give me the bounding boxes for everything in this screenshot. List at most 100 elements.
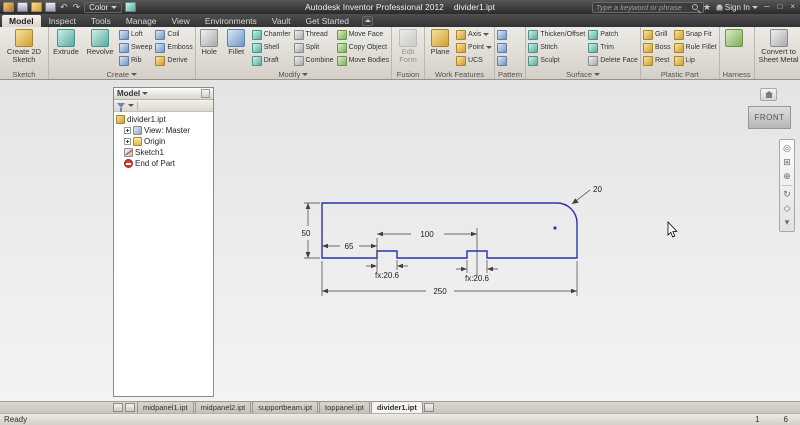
point-button[interactable]: Point — [455, 41, 493, 54]
split-pane-icon[interactable] — [125, 403, 135, 412]
save-icon[interactable] — [45, 2, 56, 12]
stitch-button[interactable]: Stitch — [527, 41, 586, 54]
app-menu-icon[interactable] — [3, 2, 14, 12]
sign-in-button[interactable]: Sign In — [715, 3, 758, 12]
viewcube-home-button[interactable] — [760, 88, 777, 101]
trim-button[interactable]: Trim — [587, 41, 639, 54]
redo-button[interactable]: ↷ — [72, 2, 82, 12]
look-at-icon[interactable]: ◇ — [784, 202, 791, 215]
emboss-button[interactable]: Emboss — [154, 41, 193, 54]
chevron-down-icon[interactable] — [128, 104, 134, 107]
harness-button[interactable] — [721, 28, 747, 48]
move-bodies-button[interactable]: Move Bodies — [336, 54, 390, 67]
pan-icon[interactable]: ⊞ — [783, 156, 791, 169]
arrange-windows-icon[interactable] — [423, 403, 434, 412]
convert-sheet-metal-button[interactable]: Convert to Sheet Metal — [756, 28, 800, 65]
sketch-point[interactable] — [553, 226, 557, 230]
create-2d-sketch-button[interactable]: Create 2D Sketch — [1, 28, 47, 65]
graphics-window[interactable]: 50 65 100 250 20 fx:20.6 fx:20.6 Model d… — [0, 80, 800, 401]
move-face-button[interactable]: Move Face — [336, 28, 390, 41]
tree-item-part-root[interactable]: divider1.ipt — [116, 114, 211, 125]
boss-button[interactable]: Boss — [642, 41, 672, 54]
tree-item-end-of-part[interactable]: End of Part — [124, 158, 211, 169]
patch-button[interactable]: Patch — [587, 28, 639, 41]
coil-button[interactable]: Coil — [154, 28, 193, 41]
steering-wheel-icon[interactable]: ◎ — [783, 142, 791, 155]
document-tab-toppanel[interactable]: toppanel.ipt — [319, 401, 370, 413]
split-button[interactable]: Split — [293, 41, 335, 54]
chevron-down-icon[interactable] — [142, 92, 149, 95]
ribbon-tab-manage[interactable]: Manage — [119, 15, 164, 27]
chevron-down-icon[interactable] — [594, 73, 600, 76]
sweep-button[interactable]: Sweep — [118, 41, 153, 54]
close-button[interactable]: × — [788, 2, 797, 12]
revolve-button[interactable]: Revolve — [83, 28, 117, 57]
rule-fillet-button[interactable]: Rule Fillet — [673, 41, 718, 54]
new-file-icon[interactable] — [17, 2, 28, 12]
thicken-offset-button[interactable]: Thicken/Offset — [527, 28, 586, 41]
copy-object-button[interactable]: Copy Object — [336, 41, 390, 54]
thread-button[interactable]: Thread — [293, 28, 335, 41]
ribbon-tab-model[interactable]: Model — [2, 15, 41, 27]
sketch-profile[interactable] — [321, 202, 578, 259]
expand-icon[interactable] — [124, 138, 131, 145]
zoom-icon[interactable]: ⊕ — [783, 170, 791, 183]
draft-button[interactable]: Draft — [251, 54, 292, 67]
grill-button[interactable]: Grill — [642, 28, 672, 41]
maximize-button[interactable]: □ — [775, 2, 784, 12]
document-tab-divider1[interactable]: divider1.ipt — [370, 401, 423, 413]
navbar-more-icon[interactable]: ▾ — [785, 216, 790, 229]
loft-button[interactable]: Loft — [118, 28, 153, 41]
browser-header[interactable]: Model — [114, 88, 213, 100]
combine-button[interactable]: Combine — [293, 54, 335, 67]
lip-button[interactable]: Lip — [673, 54, 718, 67]
rib-button[interactable]: Rib — [118, 54, 153, 67]
rest-button[interactable]: Rest — [642, 54, 672, 67]
mirror-button[interactable] — [496, 54, 508, 67]
hole-button[interactable]: Hole — [197, 28, 222, 57]
ribbon-tab-vault[interactable]: Vault — [265, 15, 298, 27]
document-tab-midpanel2[interactable]: midpanel2.ipt — [194, 401, 252, 413]
ribbon-tab-view[interactable]: View — [165, 15, 197, 27]
fillet-button[interactable]: Fillet — [223, 28, 250, 57]
ribbon-tab-tools[interactable]: Tools — [84, 15, 118, 27]
snap-fit-button[interactable]: Snap Fit — [673, 28, 718, 41]
ucs-button[interactable]: UCS — [455, 54, 493, 67]
ribbon-tab-environments[interactable]: Environments — [198, 15, 264, 27]
undo-button[interactable]: ↶ — [59, 2, 69, 12]
plane-button[interactable]: Plane — [426, 28, 454, 57]
favorites-icon[interactable]: ★ — [702, 2, 712, 12]
ribbon-tab-get-started[interactable]: Get Started — [299, 15, 356, 27]
extrude-button[interactable]: Extrude — [50, 28, 82, 57]
derive-button[interactable]: Derive — [154, 54, 193, 67]
document-tab-midpanel1[interactable]: midpanel1.ipt — [137, 401, 194, 413]
document-tab-supportbeam[interactable]: supportbeam.ipt — [252, 401, 319, 413]
delete-face-button[interactable]: Delete Face — [587, 54, 639, 67]
browser-options-button[interactable] — [201, 89, 210, 98]
chevron-down-icon[interactable] — [131, 73, 138, 76]
search-icon[interactable] — [691, 4, 698, 10]
browser-pane-toggle-icon[interactable] — [113, 403, 123, 412]
open-file-icon[interactable] — [31, 2, 42, 12]
tree-item-sketch1[interactable]: Sketch1 — [124, 147, 211, 158]
search-input[interactable] — [591, 1, 704, 13]
chamfer-button[interactable]: Chamfer — [251, 28, 292, 41]
axis-button[interactable]: Axis — [455, 28, 493, 41]
dimension-labels[interactable]: 50 65 100 250 20 fx:20.6 fx:20.6 — [302, 185, 603, 296]
circular-pattern-button[interactable] — [496, 41, 508, 54]
expand-icon[interactable] — [124, 127, 131, 134]
ribbon-tab-inspect[interactable]: Inspect — [42, 15, 83, 27]
sculpt-button[interactable]: Sculpt — [527, 54, 586, 67]
appearance-icon[interactable] — [125, 2, 137, 12]
shell-button[interactable]: Shell — [251, 41, 292, 54]
viewcube[interactable]: FRONT — [748, 106, 791, 129]
rectangular-pattern-button[interactable] — [496, 28, 508, 41]
ribbon-minimize-button[interactable] — [362, 15, 373, 26]
tree-item-view-master[interactable]: View: Master — [124, 125, 211, 136]
filter-icon[interactable] — [117, 103, 125, 112]
tree-item-origin[interactable]: Origin — [124, 136, 211, 147]
color-dropdown[interactable]: Color — [84, 1, 123, 13]
minimize-button[interactable]: ─ — [762, 2, 772, 12]
orbit-icon[interactable]: ↻ — [783, 188, 791, 201]
chevron-down-icon[interactable] — [302, 73, 309, 76]
